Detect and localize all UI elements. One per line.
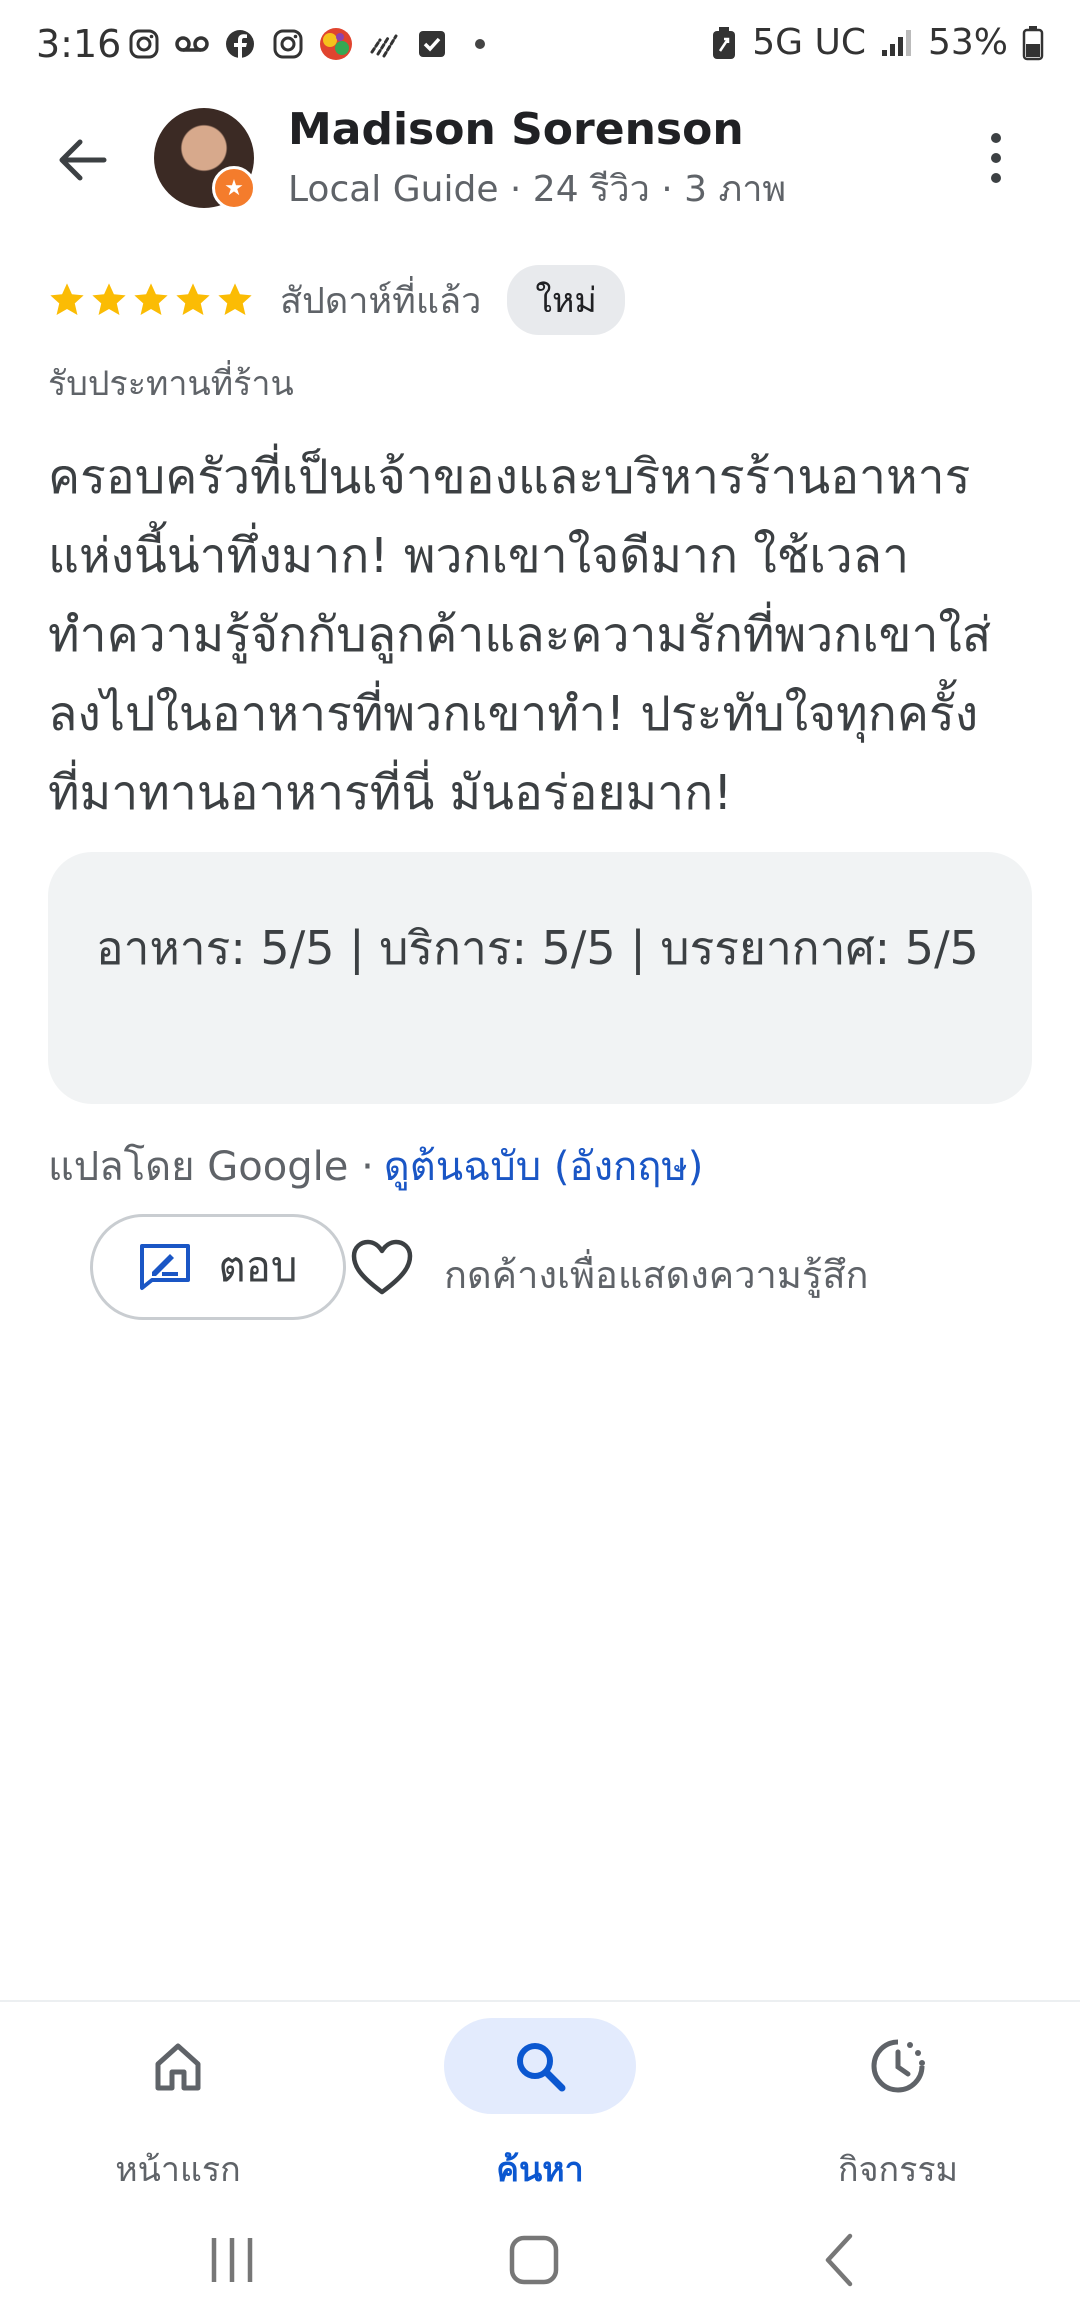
status-time: 3:16 — [36, 22, 122, 66]
notification-icons — [126, 26, 498, 62]
star-icon — [176, 283, 210, 316]
nav-home-icon-wrap — [82, 2018, 274, 2114]
home-square-icon — [509, 2235, 559, 2285]
nav-activity-icon-wrap — [802, 2018, 994, 2114]
like-button[interactable] — [350, 1238, 414, 1298]
game-app-icon — [318, 26, 354, 62]
scores-card: อาหาร: 5/5 | บริการ: 5/5 | บรรยากาศ: 5/5 — [48, 852, 1032, 1104]
reply-label: ตอบ — [218, 1242, 298, 1291]
star-icon — [218, 283, 252, 316]
scores-text: อาหาร: 5/5 | บริการ: 5/5 | บรรยากาศ: 5/5 — [96, 921, 979, 975]
voicemail-icon — [174, 26, 210, 62]
nav-activity-label: กิจกรรม — [837, 2150, 959, 2190]
heart-icon — [351, 1239, 413, 1295]
nav-activity[interactable]: กิจกรรม — [778, 2014, 1018, 2190]
system-nav-bar — [0, 2200, 1080, 2316]
star-rating — [48, 281, 254, 319]
recent-apps-button[interactable] — [192, 2220, 272, 2300]
review-date: สัปดาห์ที่แล้ว — [280, 280, 482, 322]
status-right: 5G UC 53% — [710, 22, 1044, 63]
nav-search[interactable]: ค้นหา — [420, 2014, 660, 2190]
facebook-icon — [222, 26, 258, 62]
recent-apps-icon — [211, 2238, 253, 2282]
reply-edit-icon — [140, 1244, 191, 1290]
rating-row: สัปดาห์ที่แล้ว ใหม่ — [48, 265, 625, 335]
translated-by-label: แปลโดย Google · — [48, 1144, 374, 1190]
review-actions: ตอบ กดค้างเพื่อแสดงความรู้สึก — [90, 1214, 1070, 1324]
system-back-button[interactable] — [800, 2220, 880, 2300]
instagram-icon — [270, 26, 306, 62]
battery-icon — [1022, 25, 1044, 60]
back-button[interactable] — [52, 130, 112, 190]
more-options-button[interactable] — [976, 128, 1016, 188]
review-text: ครอบครัวที่เป็นเจ้าของและบริหารร้านอาหาร… — [48, 449, 992, 821]
local-guide-badge-icon: ★ — [212, 166, 256, 210]
react-hint: กดค้างเพื่อแสดงความรู้สึก — [444, 1253, 869, 1297]
star-icon — [92, 283, 126, 316]
checkbox-app-icon — [414, 26, 450, 62]
reviewer-header: ★ Madison Sorenson Local Guide · 24 รีวิ… — [0, 100, 1080, 220]
nav-search-label: ค้นหา — [496, 2150, 584, 2190]
network-type: 5G UC — [752, 22, 866, 63]
nav-home[interactable]: หน้าแรก — [58, 2014, 298, 2190]
home-button[interactable] — [494, 2220, 574, 2300]
signal-strength-icon — [881, 29, 911, 56]
back-arrow-icon — [59, 139, 107, 181]
nav-home-label: หน้าแรก — [115, 2150, 241, 2190]
reviewer-name[interactable]: Madison Sorenson — [288, 104, 744, 155]
reviewer-meta: Local Guide · 24 รีวิว · 3 ภาพ — [288, 169, 787, 210]
view-original-link[interactable]: ดูต้นฉบับ (อังกฤษ) — [384, 1134, 704, 1198]
search-icon — [517, 2043, 566, 2092]
battery-saver-icon — [713, 26, 736, 59]
dining-context: รับประทานที่ร้าน — [48, 364, 294, 404]
star-icon — [134, 283, 168, 316]
nav-search-icon-wrap — [444, 2018, 636, 2114]
more-vert-icon — [991, 133, 1001, 183]
bottom-nav: หน้าแรก ค้นหา กิจกรรม — [0, 2000, 1080, 2192]
battery-percent: 53% — [927, 22, 1008, 63]
home-icon — [155, 2043, 201, 2091]
more-notifications-dot-icon — [462, 26, 498, 62]
new-badge: ใหม่ — [507, 265, 625, 335]
star-icon — [50, 283, 84, 316]
translation-row: แปลโดย Google · ดูต้นฉบับ (อังกฤษ) — [48, 1134, 703, 1198]
reply-button[interactable]: ตอบ — [90, 1214, 346, 1320]
instagram-icon — [126, 26, 162, 62]
activity-icon — [871, 2039, 925, 2093]
signal-app-icon — [366, 26, 402, 62]
status-bar: 3:16 5G UC 53% — [0, 0, 1080, 96]
chevron-left-icon — [825, 2233, 853, 2287]
